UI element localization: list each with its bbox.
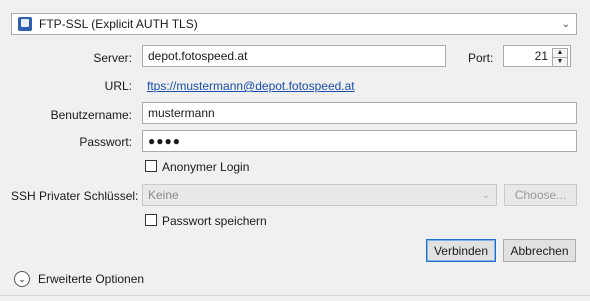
ftp-lock-icon [18, 17, 32, 31]
connect-button[interactable]: Verbinden [426, 239, 496, 262]
divider [0, 295, 590, 296]
server-label: Server: [93, 51, 132, 65]
cancel-button[interactable]: Abbrechen [503, 239, 576, 262]
url-label: URL: [104, 79, 132, 93]
username-value: mustermann [148, 106, 215, 120]
ssh-key-label: SSH Privater Schlüssel: [11, 189, 139, 203]
port-value: 21 [534, 49, 548, 63]
port-input[interactable]: 21 ▲ ▼ [503, 45, 571, 67]
protocol-select[interactable]: FTP-SSL (Explicit AUTH TLS) ⌄ [11, 13, 577, 35]
username-input[interactable]: mustermann [142, 102, 577, 124]
port-label: Port: [468, 51, 494, 65]
anonymous-login-label: Anonymer Login [162, 160, 250, 174]
url-link[interactable]: ftps://mustermann@depot.fotospeed.at [147, 79, 355, 93]
anonymous-login-checkbox[interactable] [145, 160, 157, 172]
ssh-key-value: Keine [148, 188, 179, 202]
port-down-icon[interactable]: ▼ [552, 57, 568, 67]
ssh-key-select[interactable]: Keine ⌄ [142, 184, 497, 206]
save-password-checkbox[interactable] [145, 214, 157, 226]
expand-advanced-icon[interactable]: ⌄ [14, 271, 30, 287]
server-value: depot.fotospeed.at [148, 49, 248, 63]
advanced-options-label[interactable]: Erweiterte Optionen [38, 272, 144, 286]
password-input[interactable]: ●●●● [142, 130, 577, 152]
password-value: ●●●● [148, 134, 181, 148]
protocol-value: FTP-SSL (Explicit AUTH TLS) [39, 17, 198, 31]
save-password-label: Passwort speichern [162, 214, 267, 228]
chevron-down-icon: ⌄ [481, 189, 490, 201]
password-label: Passwort: [79, 135, 132, 149]
server-input[interactable]: depot.fotospeed.at [142, 45, 446, 67]
choose-key-button[interactable]: Choose... [504, 184, 577, 206]
chevron-down-icon: ⌄ [561, 18, 570, 30]
username-label: Benutzername: [50, 108, 132, 122]
